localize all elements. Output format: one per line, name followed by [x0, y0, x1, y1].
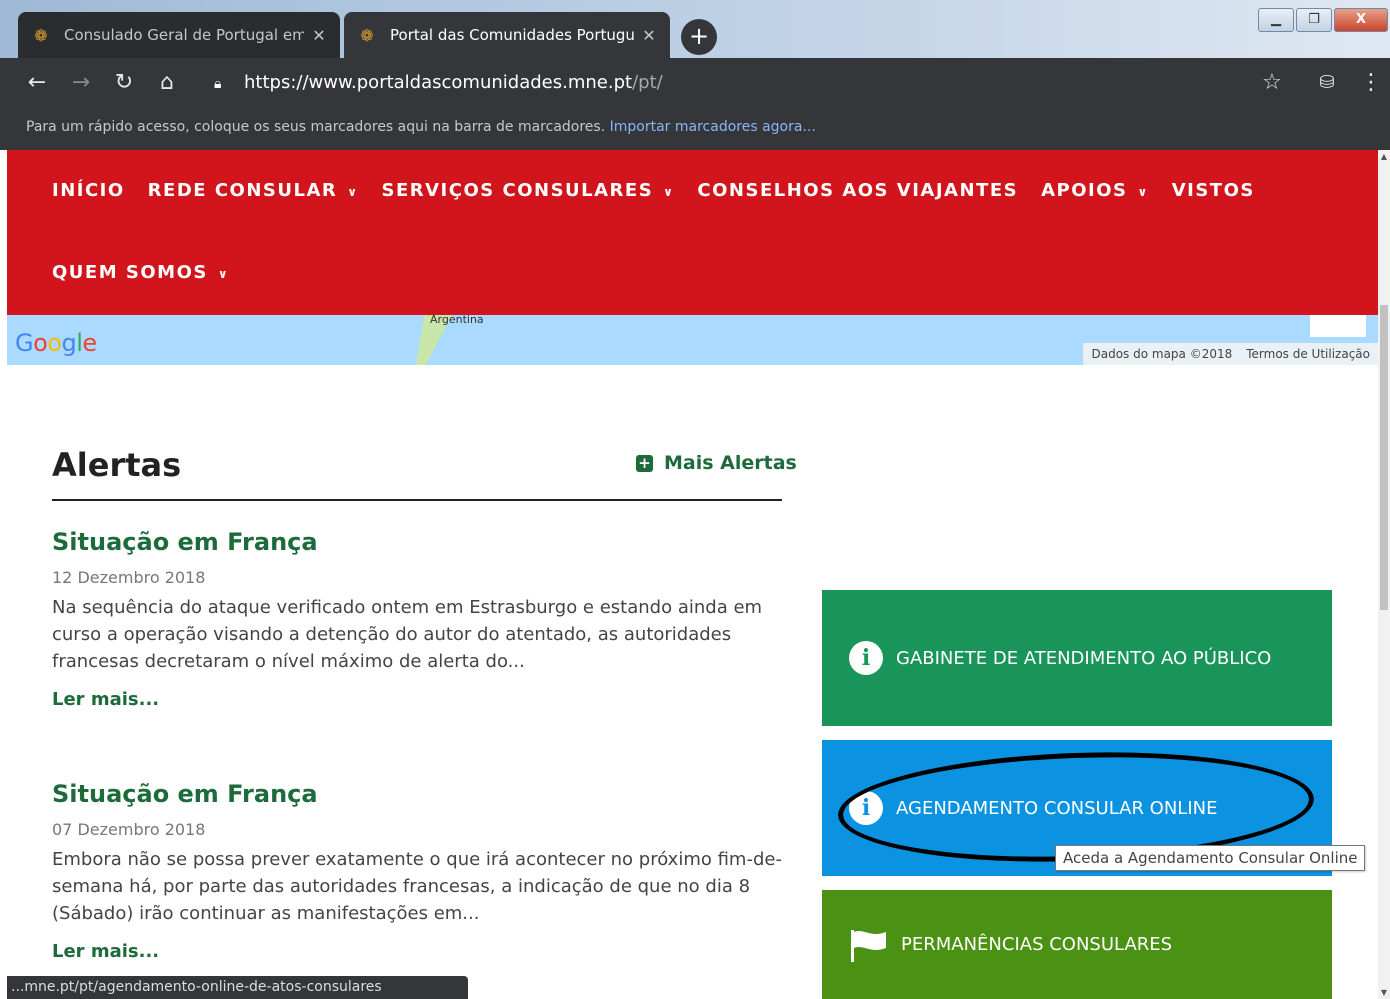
nav-label: SERVIÇOS CONSULARES	[381, 180, 654, 201]
status-bar-url: ...mne.pt/pt/agendamento-online-de-atos-…	[7, 976, 468, 999]
lock-icon: 🔒︎	[214, 76, 222, 92]
window-controls: ▁ ❐ X	[1258, 8, 1388, 32]
read-more-link[interactable]: Ler mais...	[52, 941, 782, 962]
forward-icon[interactable]: →	[66, 58, 96, 108]
alert-item: Situação em França 12 Dezembro 2018 Na s…	[52, 528, 782, 710]
alert-title[interactable]: Situação em França	[52, 780, 782, 808]
alert-summary: Embora não se possa prever exatamente o …	[52, 846, 782, 927]
nav-label: REDE CONSULAR	[147, 180, 338, 201]
summary-line: (Sábado) irão continuar as manifestações…	[52, 903, 480, 924]
alert-item: Situação em França 07 Dezembro 2018 Embo…	[52, 780, 782, 962]
google-map[interactable]: Argentina Google Dados do mapa ©2018 Ter…	[7, 315, 1378, 365]
browser-toolbar: ← → ↻ ⌂ 🔒︎ https://www.portaldascomunidad…	[0, 58, 1390, 108]
tab-title: Consulado Geral de Portugal em	[64, 26, 304, 44]
window-close-icon[interactable]: X	[1334, 8, 1388, 32]
more-alerts-link[interactable]: + Mais Alertas	[636, 452, 797, 474]
nav-label: APOIOS	[1041, 180, 1128, 201]
nav-item-conselhos-aos-viajantes[interactable]: CONSELHOS AOS VIAJANTES	[697, 180, 1018, 201]
nav-label: QUEM SOMOS	[52, 262, 208, 283]
gabinete-atendimento-button[interactable]: i GABINETE DE ATENDIMENTO AO PÚBLICO	[822, 590, 1332, 726]
map-data-credit: Dados do mapa ©2018	[1091, 347, 1233, 361]
nav-label: CONSELHOS AOS VIAJANTES	[697, 180, 1019, 201]
home-icon[interactable]: ⌂	[152, 58, 182, 108]
incognito-icon[interactable]: ⛁	[1312, 58, 1342, 108]
page-scrollbar[interactable]: ▲ ▼	[1378, 150, 1390, 999]
logo-letter: o	[33, 329, 48, 357]
screen: ❁ Consulado Geral de Portugal em ✕ ❁ Por…	[0, 0, 1390, 999]
nav-row-2: QUEM SOMOS ∨	[52, 262, 252, 283]
panel-label: GABINETE DE ATENDIMENTO AO PÚBLICO	[896, 647, 1272, 669]
read-more-link[interactable]: Ler mais...	[52, 689, 782, 710]
alerts-heading: Alertas	[52, 446, 182, 484]
nav-item-servicos-consulares[interactable]: SERVIÇOS CONSULARES ∨	[382, 180, 675, 201]
alerts-divider	[52, 499, 782, 501]
nav-label: INÍCIO	[52, 180, 125, 201]
logo-letter: g	[61, 329, 77, 357]
map-terms-link[interactable]: Termos de Utilização	[1246, 343, 1370, 365]
menu-icon[interactable]: ⋮	[1356, 58, 1386, 108]
summary-line: francesas decretaram o nível máximo de a…	[52, 651, 525, 672]
nav-row-1: INÍCIO REDE CONSULAR ∨ SERVIÇOS CONSULARE…	[52, 180, 1278, 201]
address-bar[interactable]: 🔒︎ https://www.portaldascomunidades.mne.p…	[200, 66, 1300, 100]
new-tab-button[interactable]: +	[681, 19, 717, 55]
more-alerts-label: Mais Alertas	[664, 452, 797, 474]
close-icon[interactable]: ✕	[310, 26, 328, 45]
tab-consulado[interactable]: ❁ Consulado Geral de Portugal em ✕	[18, 12, 340, 58]
tooltip: Aceda a Agendamento Consular Online	[1055, 845, 1366, 871]
alert-date: 12 Dezembro 2018	[52, 568, 206, 587]
tab-portal-comunidades[interactable]: ❁ Portal das Comunidades Portugu ✕	[344, 12, 670, 58]
chevron-down-icon: ∨	[663, 185, 675, 199]
site-navigation: INÍCIO REDE CONSULAR ∨ SERVIÇOS CONSULARE…	[7, 150, 1378, 315]
bookmarks-hint: Para um rápido acesso, coloque os seus m…	[26, 119, 606, 135]
chevron-down-icon: ∨	[347, 185, 359, 199]
panel-label: PERMANÊNCIAS CONSULARES	[901, 934, 1173, 955]
close-icon[interactable]: ✕	[640, 26, 658, 45]
flag-icon	[849, 928, 889, 962]
maximize-icon[interactable]: ❐	[1296, 8, 1332, 32]
plus-icon: +	[636, 454, 653, 472]
scroll-down-icon[interactable]: ▼	[1380, 988, 1388, 997]
map-control[interactable]	[1310, 315, 1366, 337]
logo-letter: e	[82, 329, 97, 357]
url-host: https://www.portaldascomunidades.mne.pt	[244, 72, 633, 93]
summary-line: Na sequência do ataque verificado ontem …	[52, 597, 763, 618]
alert-date: 07 Dezembro 2018	[52, 820, 206, 839]
nav-item-quem-somos[interactable]: QUEM SOMOS ∨	[52, 262, 229, 283]
alert-summary: Na sequência do ataque verificado ontem …	[52, 594, 782, 675]
scrollbar-thumb[interactable]	[1380, 305, 1388, 610]
map-attribution: Dados do mapa ©2018 Termos de Utilização	[1083, 343, 1378, 365]
summary-line: Embora não se possa prever exatamente o …	[52, 849, 782, 870]
logo-letter: G	[15, 329, 34, 357]
nav-item-rede-consular[interactable]: REDE CONSULAR ∨	[148, 180, 359, 201]
minimize-icon[interactable]: ▁	[1258, 8, 1294, 32]
logo-letter: o	[47, 329, 62, 357]
nav-label: VISTOS	[1171, 180, 1255, 201]
reload-icon[interactable]: ↻	[109, 58, 139, 108]
nav-item-inicio[interactable]: INÍCIO	[52, 180, 125, 201]
scroll-up-icon[interactable]: ▲	[1380, 152, 1388, 161]
alert-title[interactable]: Situação em França	[52, 528, 782, 556]
browser-titlebar: ❁ Consulado Geral de Portugal em ✕ ❁ Por…	[0, 0, 1390, 58]
nav-item-apoios[interactable]: APOIOS ∨	[1041, 180, 1149, 201]
tab-title: Portal das Comunidades Portugu	[390, 26, 634, 44]
google-logo: Google	[15, 329, 97, 357]
star-icon[interactable]: ☆	[1257, 58, 1287, 108]
chevron-down-icon: ∨	[217, 267, 230, 281]
info-icon: i	[849, 641, 883, 675]
summary-line: semana há, por parte das autoridades fra…	[52, 876, 751, 897]
crest-icon: ❁	[360, 25, 374, 45]
crest-icon: ❁	[34, 25, 48, 45]
bookmarks-bar: Para um rápido acesso, coloque os seus m…	[0, 108, 1390, 150]
summary-line: curso a operação visando a detenção do a…	[52, 624, 732, 645]
import-bookmarks-link[interactable]: Importar marcadores agora...	[610, 119, 816, 135]
nav-item-vistos[interactable]: VISTOS	[1172, 180, 1255, 201]
back-icon[interactable]: ←	[22, 58, 52, 108]
permanencias-consulares-button[interactable]: PERMANÊNCIAS CONSULARES	[822, 890, 1332, 999]
chevron-down-icon: ∨	[1137, 185, 1149, 199]
map-place-label: Argentina	[430, 315, 484, 326]
url-path: /pt/	[632, 72, 663, 93]
